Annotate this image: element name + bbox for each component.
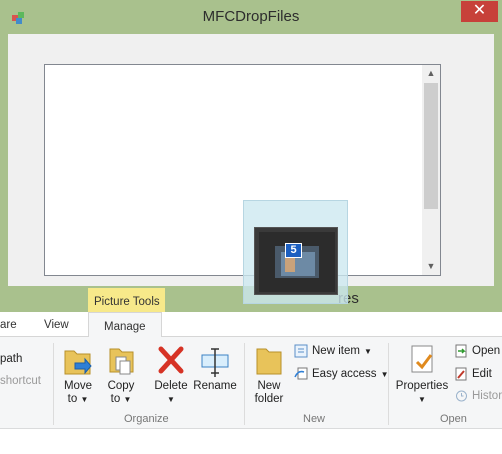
tab-view[interactable]: View — [44, 319, 69, 331]
new-folder-label-1: New — [257, 380, 281, 392]
drag-count-badge: 5 — [285, 243, 302, 258]
close-icon: ✕ — [472, 2, 487, 19]
delete-button[interactable]: Delete ▼ — [152, 343, 190, 406]
move-to-button[interactable]: Move to ▼ — [60, 343, 96, 406]
paste-shortcut-label: shortcut — [0, 375, 41, 387]
open-label: Open — [472, 345, 501, 357]
easy-access-icon — [294, 367, 308, 380]
chevron-down-icon: ▼ — [363, 346, 372, 356]
copy-path-label: path — [0, 353, 23, 365]
open-button[interactable]: Open — [455, 344, 500, 358]
ribbon-tab-row: are View Manage — [0, 312, 502, 338]
move-to-icon — [64, 350, 92, 375]
paste-shortcut-button[interactable]: shortcut — [0, 375, 41, 387]
easy-access-button[interactable]: Easy access ▼ — [294, 367, 388, 381]
history-icon — [456, 390, 467, 402]
copy-to-label-1: Copy — [107, 380, 135, 392]
new-folder-label-2: folder — [254, 393, 284, 405]
easy-access-label: Easy access — [312, 368, 377, 380]
properties-label: Properties — [395, 380, 449, 392]
new-folder-button[interactable]: New folder — [250, 343, 288, 406]
new-item-button[interactable]: New item ▼ — [294, 344, 372, 358]
new-group-label: New — [303, 413, 326, 425]
organize-group-label: Organize — [124, 413, 169, 425]
chevron-down-icon: ▼ — [123, 395, 132, 404]
tab-share[interactable]: are — [0, 319, 17, 331]
new-item-icon — [294, 344, 308, 358]
explorer-window: res Picture Tools are View Manage path s… — [0, 284, 502, 454]
chevron-down-icon: ▼ — [418, 395, 426, 404]
edit-label: Edit — [472, 368, 492, 380]
edit-button[interactable]: Edit — [455, 367, 492, 381]
new-folder-icon — [256, 348, 282, 375]
move-to-label-2: to — [67, 393, 78, 405]
chevron-down-icon: ▼ — [167, 395, 175, 404]
copy-path-button[interactable]: path — [0, 353, 22, 365]
scroll-up-arrow-icon[interactable]: ▲ — [422, 68, 440, 78]
copy-to-button[interactable]: Copy to ▼ — [104, 343, 138, 406]
tab-manage[interactable]: Manage — [88, 312, 162, 338]
new-item-label: New item — [312, 345, 360, 357]
open-icon — [455, 344, 467, 358]
move-to-label-1: Move — [63, 380, 93, 392]
history-label: Histor — [472, 390, 502, 402]
separator — [53, 343, 54, 425]
scrollbar-thumb[interactable] — [424, 83, 438, 209]
rename-icon — [201, 348, 229, 377]
rename-label: Rename — [193, 380, 237, 392]
copy-to-label-2: to — [110, 393, 121, 405]
copy-to-icon — [109, 348, 134, 375]
properties-button[interactable]: Properties ▼ — [394, 343, 450, 406]
chevron-down-icon: ▼ — [80, 395, 89, 404]
rename-button[interactable]: Rename — [193, 343, 237, 393]
dialog-title: MFCDropFiles — [202, 8, 300, 25]
delete-label: Delete — [154, 380, 188, 392]
separator — [244, 343, 245, 425]
picture-tools-label: Picture Tools — [94, 296, 160, 308]
open-group-label: Open — [440, 413, 467, 425]
dragged-image-thumbnail — [254, 227, 338, 295]
photo-thumbnail-icon — [259, 232, 335, 292]
history-button[interactable]: Histor — [455, 389, 502, 403]
delete-x-icon — [158, 346, 184, 374]
properties-icon — [411, 345, 433, 373]
scroll-down-arrow-icon[interactable]: ▼ — [422, 261, 440, 271]
ribbon-panel: path shortcut Move to ▼ Copy to ▼ Delete… — [0, 337, 502, 429]
separator — [388, 343, 389, 425]
edit-icon — [455, 367, 467, 381]
close-button[interactable]: ✕ — [461, 1, 498, 22]
listbox-scrollbar[interactable]: ▲ ▼ — [422, 65, 440, 275]
